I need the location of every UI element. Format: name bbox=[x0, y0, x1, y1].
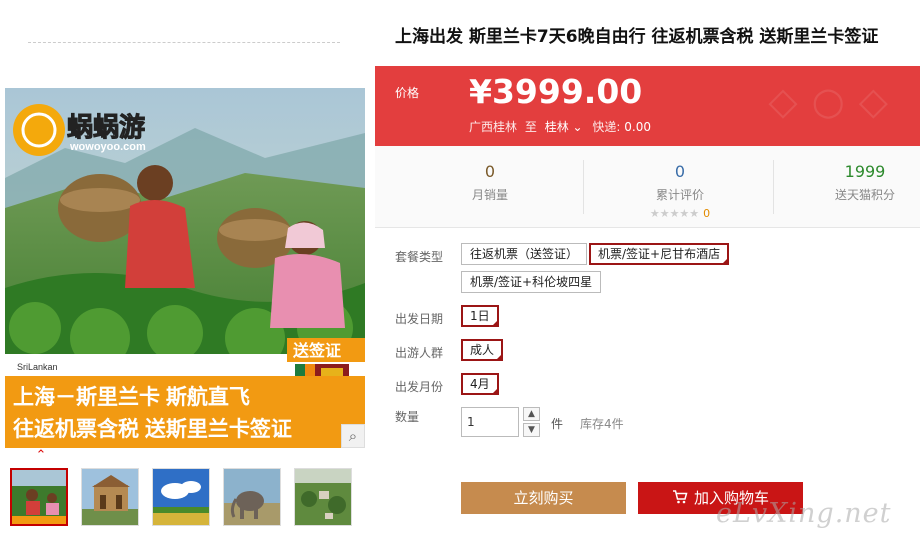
package-option-1[interactable]: 往返机票（送签证） bbox=[461, 243, 588, 265]
ship-to: 至 bbox=[524, 120, 537, 134]
month-label: 出发月份 bbox=[395, 380, 444, 394]
quantity-input[interactable]: 1 bbox=[461, 407, 519, 437]
main-product-image[interactable]: 蜗蜗游 wowoyoo.com SriLankan 送签证 上海－斯里兰卡 斯航… bbox=[5, 88, 365, 448]
chevron-down-icon: ⌄ bbox=[572, 120, 583, 134]
group-option[interactable]: 成人 bbox=[461, 339, 504, 361]
shipping-label: 快递: bbox=[592, 120, 621, 134]
svg-text:上海－斯里兰卡 斯航直飞: 上海－斯里兰卡 斯航直飞 bbox=[13, 385, 250, 409]
shipping-info: 广西桂林 至 桂林 ⌄ 快递: 0.00 bbox=[469, 118, 651, 135]
chevron-up-icon: ▲ bbox=[528, 409, 535, 419]
group-label: 出游人群 bbox=[395, 346, 444, 360]
buy-now-button[interactable]: 立刻购买 bbox=[461, 482, 626, 514]
product-detail-panel: 上海出发 斯里兰卡7天6晚自由行 往返机票含税 送斯里兰卡签证 ◇○◇ 价格 ¥… bbox=[375, 0, 920, 549]
svg-text:蜗蜗游: 蜗蜗游 bbox=[67, 112, 145, 142]
quantity-decrease-button[interactable]: ▼ bbox=[523, 423, 540, 437]
reviews[interactable]: 0 累计评价 ★★★★★ 0 bbox=[625, 162, 735, 220]
stats-bar: 0 月销量 0 累计评价 ★★★★★ 0 1999 送天猫积分 bbox=[375, 146, 920, 228]
thumbnail-4[interactable] bbox=[223, 468, 281, 526]
ship-origin: 广西桂林 bbox=[469, 120, 518, 134]
reviews-label: 累计评价 bbox=[655, 188, 704, 202]
divider bbox=[583, 160, 584, 214]
reviews-value: 0 bbox=[674, 162, 686, 181]
thumbnail-2[interactable] bbox=[81, 468, 139, 526]
package-option-2[interactable]: 机票/签证+尼甘布酒店 bbox=[589, 243, 730, 265]
main-image-graphic: 蜗蜗游 wowoyoo.com SriLankan 送签证 上海－斯里兰卡 斯航… bbox=[5, 88, 365, 448]
thumbnail-strip bbox=[10, 468, 352, 526]
monthly-sales: 0 月销量 bbox=[445, 162, 535, 203]
divider bbox=[28, 42, 340, 43]
quantity-increase-button[interactable]: ▲ bbox=[523, 407, 540, 421]
quantity-unit: 件 bbox=[551, 417, 564, 431]
product-title: 上海出发 斯里兰卡7天6晚自由行 往返机票含税 送斯里兰卡签证 bbox=[395, 27, 879, 47]
date-label: 出发日期 bbox=[395, 312, 444, 326]
rating-stars-icon: ★★★★★ 0 bbox=[649, 207, 711, 220]
monthly-sales-value: 0 bbox=[484, 162, 496, 181]
month-option[interactable]: 4月 bbox=[461, 373, 499, 395]
watermark: eLvXing.net bbox=[716, 498, 892, 529]
chevron-up-icon[interactable]: ⌃ bbox=[35, 449, 47, 462]
cart-icon bbox=[672, 483, 688, 515]
thumbnail-5[interactable] bbox=[294, 468, 352, 526]
thumbnail-4-graphic bbox=[224, 469, 280, 525]
price-panel-decoration: ◇○◇ bbox=[768, 79, 902, 123]
quantity-label: 数量 bbox=[395, 410, 420, 424]
svg-text:往返机票含税 送斯里兰卡签证: 往返机票含税 送斯里兰卡签证 bbox=[13, 417, 292, 441]
monthly-sales-label: 月销量 bbox=[471, 188, 508, 202]
package-option-3[interactable]: 机票/签证+科伦坡四星 bbox=[461, 271, 602, 293]
divider bbox=[773, 160, 774, 214]
shipping-value: 0.00 bbox=[624, 120, 652, 134]
thumbnail-5-graphic bbox=[295, 469, 351, 525]
thumbnail-1-graphic bbox=[12, 470, 66, 524]
zoom-icon[interactable]: ⌕ bbox=[341, 424, 365, 448]
svg-text:wowoyoo.com: wowoyoo.com bbox=[69, 141, 146, 153]
thumbnail-2-graphic bbox=[82, 469, 138, 525]
thumbnail-3-graphic bbox=[153, 469, 209, 525]
date-option[interactable]: 1日 bbox=[461, 305, 499, 327]
thumbnail-1[interactable] bbox=[10, 468, 68, 526]
points-label: 送天猫积分 bbox=[834, 188, 895, 202]
price-value: ¥3999.00 bbox=[469, 72, 643, 111]
tmall-points: 1999 送天猫积分 bbox=[815, 162, 915, 203]
thumbnail-3[interactable] bbox=[152, 468, 210, 526]
ship-destination-select[interactable]: 桂林 ⌄ bbox=[545, 120, 583, 134]
svg-text:送签证: 送签证 bbox=[292, 341, 341, 360]
rating-score: 0 bbox=[703, 207, 711, 220]
svg-text:SriLankan: SriLankan bbox=[17, 362, 58, 372]
package-label: 套餐类型 bbox=[395, 250, 444, 264]
product-gallery: 蜗蜗游 wowoyoo.com SriLankan 送签证 上海－斯里兰卡 斯航… bbox=[0, 0, 375, 549]
chevron-down-icon: ▼ bbox=[528, 425, 535, 435]
points-value: 1999 bbox=[844, 162, 886, 181]
price-panel: ◇○◇ 价格 ¥3999.00 广西桂林 至 桂林 ⌄ 快递: 0.00 bbox=[375, 66, 920, 146]
stock-info: 库存4件 bbox=[580, 417, 624, 431]
price-label: 价格 bbox=[395, 86, 420, 100]
